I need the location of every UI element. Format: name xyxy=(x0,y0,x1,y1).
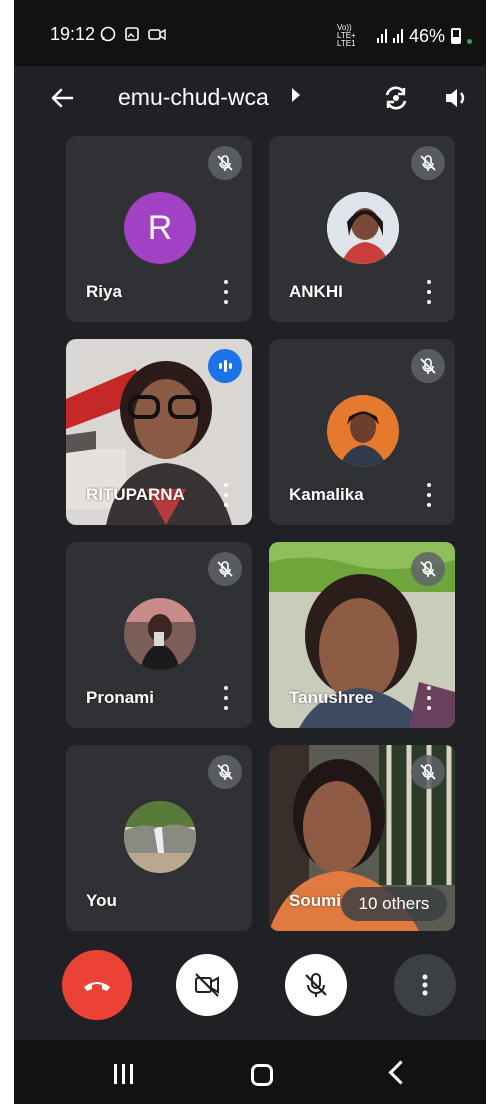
meeting-header: emu-chud-wca xyxy=(14,66,486,130)
meet-screen: 19:12 Vo)) LTE+ LTE1 46% emu-chud-wca R … xyxy=(14,0,486,1104)
privacy-dot-icon xyxy=(467,38,472,44)
mic-off-icon xyxy=(411,755,445,789)
participant-name: You xyxy=(86,891,117,910)
mic-off-icon xyxy=(305,973,327,997)
others-button[interactable]: 10 others xyxy=(341,887,447,921)
signal-icon-2 xyxy=(392,29,403,43)
avatar xyxy=(124,598,196,670)
camera-toggle-button[interactable] xyxy=(176,954,238,1016)
participant-tile-kamalika[interactable]: Kamalika xyxy=(269,339,455,525)
status-right: Vo)) LTE+ LTE1 46% xyxy=(337,24,472,48)
mic-toggle-button[interactable] xyxy=(285,954,347,1016)
avatar xyxy=(327,395,399,467)
avatar: R xyxy=(124,192,196,264)
participant-name: Riya xyxy=(86,282,122,301)
recents-icon[interactable] xyxy=(114,1064,133,1084)
participant-tile-tanushree[interactable]: Tanushree xyxy=(269,542,455,728)
more-vertical-icon[interactable] xyxy=(220,483,232,507)
participant-name: Pronami xyxy=(86,688,155,707)
participant-name: RITUPARNA xyxy=(86,485,185,504)
mic-off-icon xyxy=(208,552,242,586)
home-icon[interactable] xyxy=(251,1064,273,1086)
meeting-title[interactable]: emu-chud-wca xyxy=(118,84,269,111)
leave-call-button[interactable] xyxy=(62,950,132,1020)
participant-tile-you[interactable]: You xyxy=(66,745,252,931)
more-vertical-icon xyxy=(422,974,428,996)
arrow-left-icon[interactable] xyxy=(48,84,76,112)
back-icon[interactable] xyxy=(388,1060,413,1085)
notification-icons xyxy=(100,26,166,42)
participant-tile-rituparna[interactable]: RITUPARNA xyxy=(66,339,252,525)
battery-icon xyxy=(451,28,461,44)
battery-percent: 46% xyxy=(408,25,445,46)
video-call-icon xyxy=(148,28,166,41)
status-bar: 19:12 Vo)) LTE+ LTE1 46% xyxy=(14,0,486,66)
more-vertical-icon[interactable] xyxy=(220,280,232,304)
participant-name: ANKHI xyxy=(289,282,343,301)
more-vertical-icon[interactable] xyxy=(423,280,435,304)
signal-icon xyxy=(376,29,387,43)
network-label: Vo)) LTE+ LTE1 xyxy=(336,23,356,48)
speaker-icon[interactable] xyxy=(442,84,470,112)
participant-tile-ankhi[interactable]: ANKHI xyxy=(269,136,455,322)
avatar xyxy=(327,192,399,264)
call-controls xyxy=(14,946,486,1030)
participant-name: Tanushree xyxy=(289,688,374,707)
phone-hangup-icon xyxy=(84,982,110,991)
participant-name: Kamalika xyxy=(289,485,364,504)
camera-off-icon xyxy=(195,973,219,997)
whatsapp-icon xyxy=(100,26,116,42)
speaking-indicator-icon xyxy=(208,349,242,383)
more-options-button[interactable] xyxy=(394,954,456,1016)
participant-name: Soumi xyxy=(289,891,341,910)
status-time: 19:12 xyxy=(50,24,96,44)
participant-tile-riya[interactable]: R Riya xyxy=(66,136,252,322)
mic-off-icon xyxy=(208,755,242,789)
chevron-right-icon[interactable] xyxy=(292,88,300,102)
mic-off-icon xyxy=(411,146,445,180)
gallery-icon xyxy=(125,27,139,41)
mic-off-icon xyxy=(411,349,445,383)
camera-flip-icon[interactable] xyxy=(380,82,412,114)
participant-tile-pronami[interactable]: Pronami xyxy=(66,542,252,728)
avatar xyxy=(124,801,196,873)
participant-tile-soumi[interactable]: Soumi 10 others xyxy=(269,745,455,931)
more-vertical-icon[interactable] xyxy=(220,686,232,710)
more-vertical-icon[interactable] xyxy=(423,483,435,507)
mic-off-icon xyxy=(411,552,445,586)
system-nav-bar xyxy=(14,1040,486,1104)
mic-off-icon xyxy=(208,146,242,180)
more-vertical-icon[interactable] xyxy=(423,686,435,710)
